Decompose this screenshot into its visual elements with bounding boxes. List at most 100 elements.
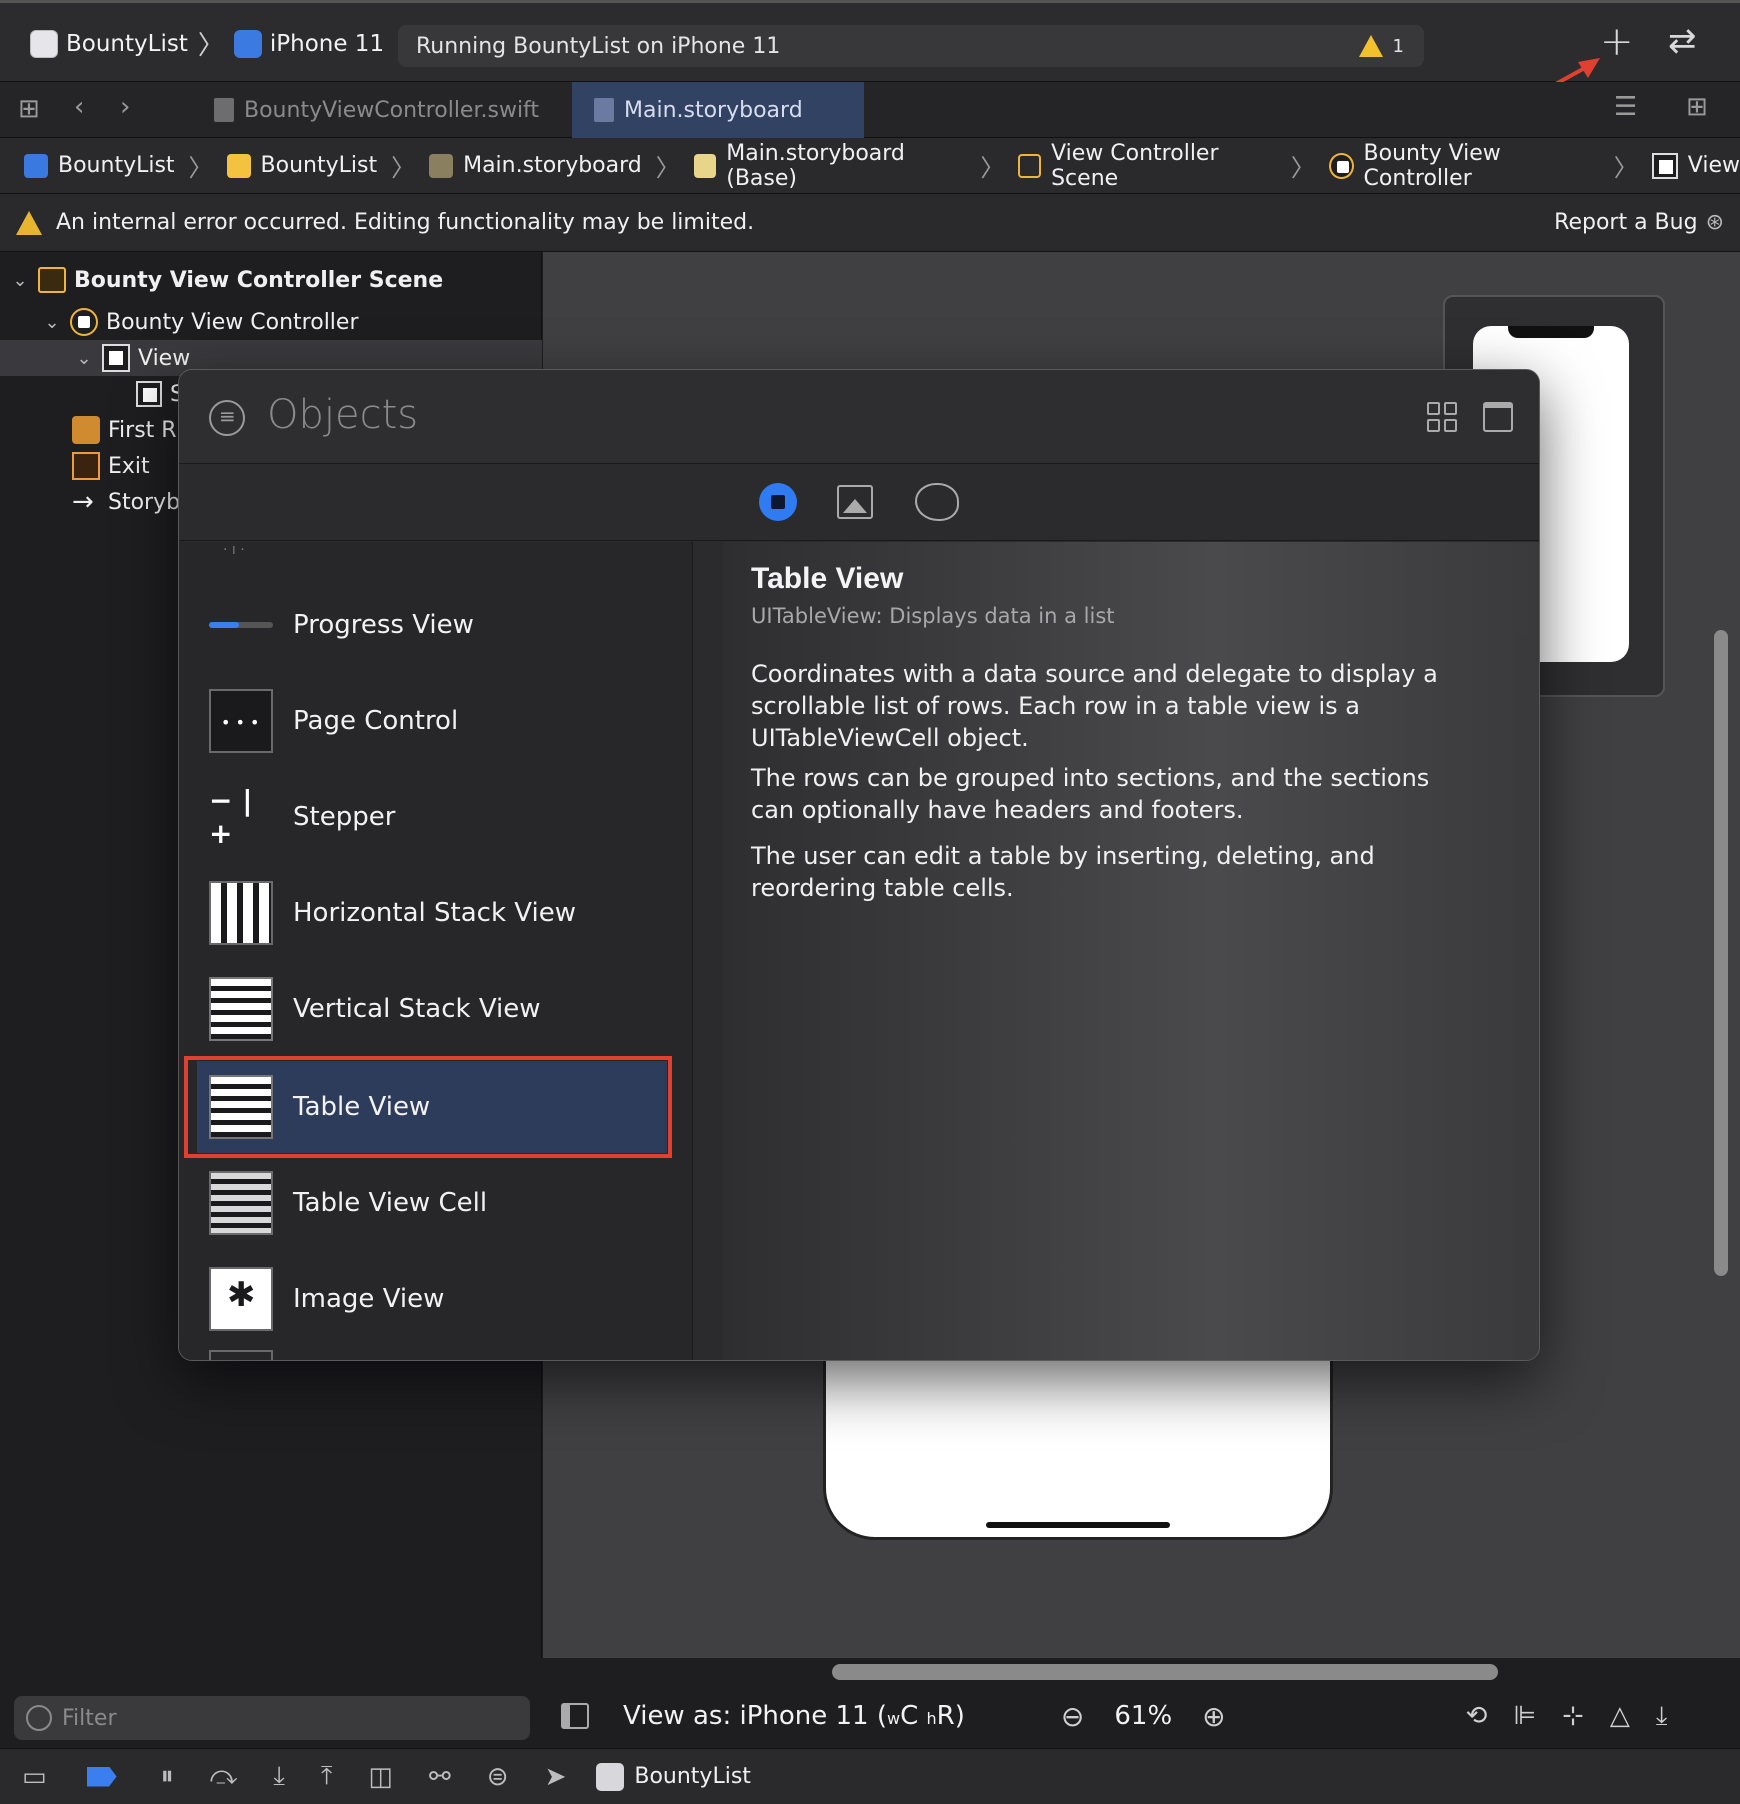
- outline-label: Exit: [108, 453, 150, 479]
- size-class-w: w: [887, 1709, 901, 1728]
- safe-area-icon: [136, 381, 162, 407]
- back-chevron-icon[interactable]: ‹: [74, 92, 84, 122]
- list-item-table-view[interactable]: Table View: [179, 1059, 692, 1155]
- view-controller-icon: [70, 308, 98, 336]
- objects-tab-icon[interactable]: [759, 483, 797, 521]
- breadcrumb-label: View: [1687, 153, 1740, 178]
- list-item-vertical-stack-view[interactable]: Vertical Stack View: [179, 961, 692, 1057]
- pause-icon[interactable]: ⏸: [161, 1761, 174, 1792]
- filter-icon[interactable]: [209, 400, 245, 436]
- outline-label: Bounty View Controller Scene: [74, 267, 444, 293]
- image-view-icon: [209, 1267, 273, 1331]
- breadcrumb-view[interactable]: View: [1651, 152, 1740, 179]
- warning-count: 1: [1392, 35, 1404, 57]
- page-control-icon: [209, 689, 273, 753]
- warning-indicator[interactable]: 1: [1358, 35, 1404, 57]
- list-item-horizontal-stack-view[interactable]: Horizontal Stack View: [179, 865, 692, 961]
- item-label: Table View: [293, 1092, 431, 1122]
- embed-in-icon[interactable]: ⤓: [1656, 1701, 1668, 1732]
- view-icon: [102, 344, 130, 372]
- outline-controller-row[interactable]: ⌄ Bounty View Controller: [0, 304, 542, 340]
- size-class-c: C: [900, 1701, 919, 1731]
- disclosure-open-icon: ⌄: [44, 311, 60, 333]
- library-search-field[interactable]: Objects: [267, 392, 418, 438]
- device-name[interactable]: iPhone 11: [270, 31, 384, 57]
- breadcrumb-label: View Controller Scene: [1051, 140, 1219, 191]
- app-icon: [596, 1762, 625, 1791]
- breadcrumb-controller[interactable]: Bounty View Controller 〉: [1328, 141, 1642, 191]
- detail-paragraph: The user can edit a table by inserting, …: [751, 842, 1375, 902]
- objects-library-popover: Objects · ı · Progress View Page Control…: [178, 369, 1540, 1361]
- tab-bountyviewcontroller-swift[interactable]: BountyViewController.swift: [192, 82, 561, 138]
- app-icon: [30, 29, 58, 58]
- list-item-stepper[interactable]: − | + Stepper: [179, 769, 692, 865]
- view-icon: [1651, 152, 1678, 179]
- update-frames-icon[interactable]: ⟲: [1466, 1701, 1488, 1731]
- debug-target-label[interactable]: BountyList: [634, 1764, 751, 1789]
- zoom-level[interactable]: 61%: [1114, 1701, 1172, 1731]
- scheme-selector[interactable]: BountyList 〉 iPhone 11: [30, 25, 384, 62]
- hide-debug-area-icon[interactable]: ▭: [22, 1762, 47, 1792]
- breadcrumb-label: Main.storyboard: [463, 153, 642, 178]
- breakpoints-toggle-icon[interactable]: [86, 1766, 117, 1787]
- tab-main-storyboard[interactable]: Main.storyboard: [572, 82, 864, 138]
- editor-options-icon[interactable]: ☰: [1614, 92, 1637, 122]
- project-icon: [24, 153, 48, 178]
- item-label: Progress View: [293, 610, 474, 640]
- add-editor-icon[interactable]: ⊞: [1686, 92, 1708, 122]
- window-mode-icon[interactable]: [1483, 402, 1513, 432]
- scene-icon: [38, 267, 66, 293]
- outline-filter-field[interactable]: Filter: [14, 1696, 530, 1740]
- breadcrumb-project[interactable]: BountyList 〉: [24, 148, 217, 183]
- breadcrumb-label: BountyList: [260, 153, 378, 178]
- table-view-icon: [209, 1075, 273, 1139]
- view-as-label: View as: iPhone 11 (: [623, 1701, 887, 1731]
- swap-arrows-icon[interactable]: ⇄: [1668, 21, 1697, 61]
- step-into-icon[interactable]: ⤓: [273, 1761, 285, 1792]
- sidebar-toggle-icon[interactable]: [561, 1703, 589, 1729]
- iphone-scene[interactable]: [823, 1340, 1333, 1540]
- outline-scene-row[interactable]: ⌄ Bounty View Controller Scene: [0, 262, 542, 298]
- list-item-image-view[interactable]: Image View: [179, 1251, 692, 1347]
- environment-overrides-icon[interactable]: ⊜: [487, 1762, 509, 1792]
- size-class-r: R: [936, 1701, 955, 1731]
- breadcrumb-folder[interactable]: BountyList 〉: [226, 148, 420, 183]
- grid-view-icon[interactable]: [1427, 402, 1457, 432]
- list-item-table-view-cell[interactable]: Table View Cell: [179, 1155, 692, 1251]
- disclosure-open-icon: ⌄: [76, 347, 92, 369]
- chevron-right-icon: 〉: [188, 154, 213, 182]
- zoom-in-icon[interactable]: ⊕: [1202, 1700, 1225, 1733]
- list-item-progress-view[interactable]: Progress View: [179, 577, 692, 673]
- media-tab-icon[interactable]: [837, 485, 873, 519]
- vertical-scrollbar[interactable]: [1714, 630, 1728, 1276]
- breadcrumb-label: Main.storyboard (Base): [726, 140, 905, 191]
- step-out-icon[interactable]: ⤒: [321, 1761, 333, 1792]
- breadcrumb-storyboard-base[interactable]: Main.storyboard (Base) 〉: [693, 140, 1009, 191]
- outline-label: Bounty View Controller: [106, 309, 359, 335]
- horizontal-scrollbar[interactable]: [832, 1664, 1498, 1680]
- device-notch: [1508, 326, 1594, 338]
- step-over-icon[interactable]: ⤼: [210, 1761, 238, 1792]
- memory-graph-icon[interactable]: ⚯: [429, 1762, 451, 1792]
- activity-view: Running BountyList on iPhone 11 1: [398, 25, 1424, 67]
- add-constraints-icon[interactable]: ⊹: [1562, 1701, 1584, 1731]
- report-bug-link[interactable]: Report a Bug ⊛: [1554, 210, 1724, 235]
- list-item-page-control[interactable]: Page Control: [179, 673, 692, 769]
- folder-icon: [226, 153, 251, 178]
- forward-chevron-icon[interactable]: ›: [120, 92, 130, 122]
- simulate-location-icon[interactable]: ➤: [545, 1762, 567, 1792]
- resolve-issues-icon[interactable]: △: [1610, 1701, 1630, 1731]
- related-items-grid-icon[interactable]: ⊞: [18, 94, 40, 124]
- view-hierarchy-icon[interactable]: ◫: [368, 1762, 393, 1792]
- tab-label: Main.storyboard: [624, 97, 803, 123]
- breadcrumb-scene[interactable]: View Controller Scene 〉: [1018, 141, 1319, 191]
- align-icon[interactable]: ⊫: [1513, 1701, 1536, 1731]
- debug-bar: ▭ ⏸ ⤼ ⤓ ⤒ ◫ ⚯ ⊜ ➤ BountyList: [0, 1748, 1740, 1804]
- view-as-button[interactable]: View as: iPhone 11 (wC hR): [623, 1701, 965, 1731]
- warning-icon: [16, 210, 42, 235]
- breadcrumb-storyboard[interactable]: Main.storyboard 〉: [429, 148, 684, 183]
- zoom-out-icon[interactable]: ⊖: [1061, 1700, 1084, 1733]
- filter-icon: [26, 1705, 52, 1731]
- colors-tab-icon[interactable]: [915, 483, 959, 521]
- outline-label: View: [138, 345, 191, 371]
